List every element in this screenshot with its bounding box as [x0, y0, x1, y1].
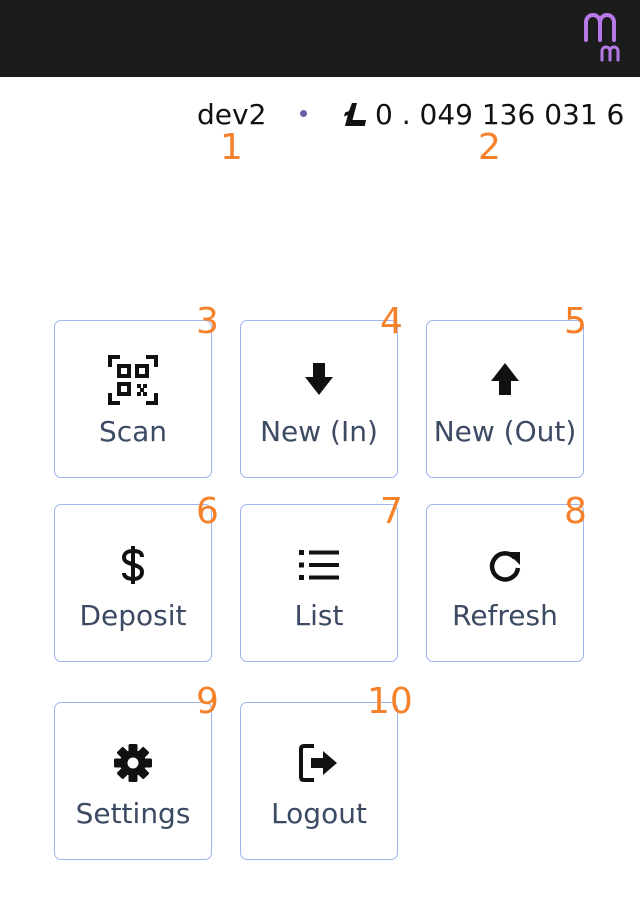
gear-icon [114, 744, 152, 782]
new-out-label: New (Out) [433, 415, 577, 448]
new-out-button[interactable]: New (Out) [426, 320, 584, 478]
list-button[interactable]: List [240, 504, 398, 662]
annotation-badge-1: 1 [220, 127, 243, 168]
qr-scan-icon [108, 355, 158, 405]
settings-label: Settings [75, 797, 191, 830]
annotation-badge-5: 5 [564, 301, 587, 342]
settings-button[interactable]: Settings [54, 702, 212, 860]
annotation-badge-3: 3 [196, 301, 219, 342]
logout-label: Logout [271, 797, 367, 830]
dollar-icon [121, 546, 145, 584]
annotation-badge-8: 8 [564, 491, 587, 532]
annotation-badge-6: 6 [196, 491, 219, 532]
refresh-label: Refresh [452, 599, 558, 632]
top-bar [0, 0, 640, 77]
scan-label: Scan [98, 415, 168, 448]
scan-button[interactable]: Scan [54, 320, 212, 478]
annotation-badge-7: 7 [380, 491, 403, 532]
annotation-badge-9: 9 [196, 681, 219, 722]
arrow-up-icon [491, 363, 519, 395]
separator-dot [300, 110, 307, 117]
list-label: List [294, 599, 344, 632]
logout-icon [299, 744, 337, 782]
new-in-label: New (In) [260, 415, 378, 448]
app-logo-icon[interactable] [582, 10, 634, 62]
litecoin-icon [344, 103, 366, 126]
annotation-badge-4: 4 [380, 301, 403, 342]
deposit-label: Deposit [79, 599, 187, 632]
list-icon [299, 550, 339, 580]
logout-button[interactable]: Logout [240, 702, 398, 860]
deposit-button[interactable]: Deposit [54, 504, 212, 662]
refresh-button[interactable]: Refresh [426, 504, 584, 662]
annotation-badge-2: 2 [478, 127, 501, 168]
annotation-badge-10: 10 [367, 681, 413, 722]
new-in-button[interactable]: New (In) [240, 320, 398, 478]
arrow-down-icon [305, 363, 333, 395]
refresh-icon [489, 551, 521, 582]
